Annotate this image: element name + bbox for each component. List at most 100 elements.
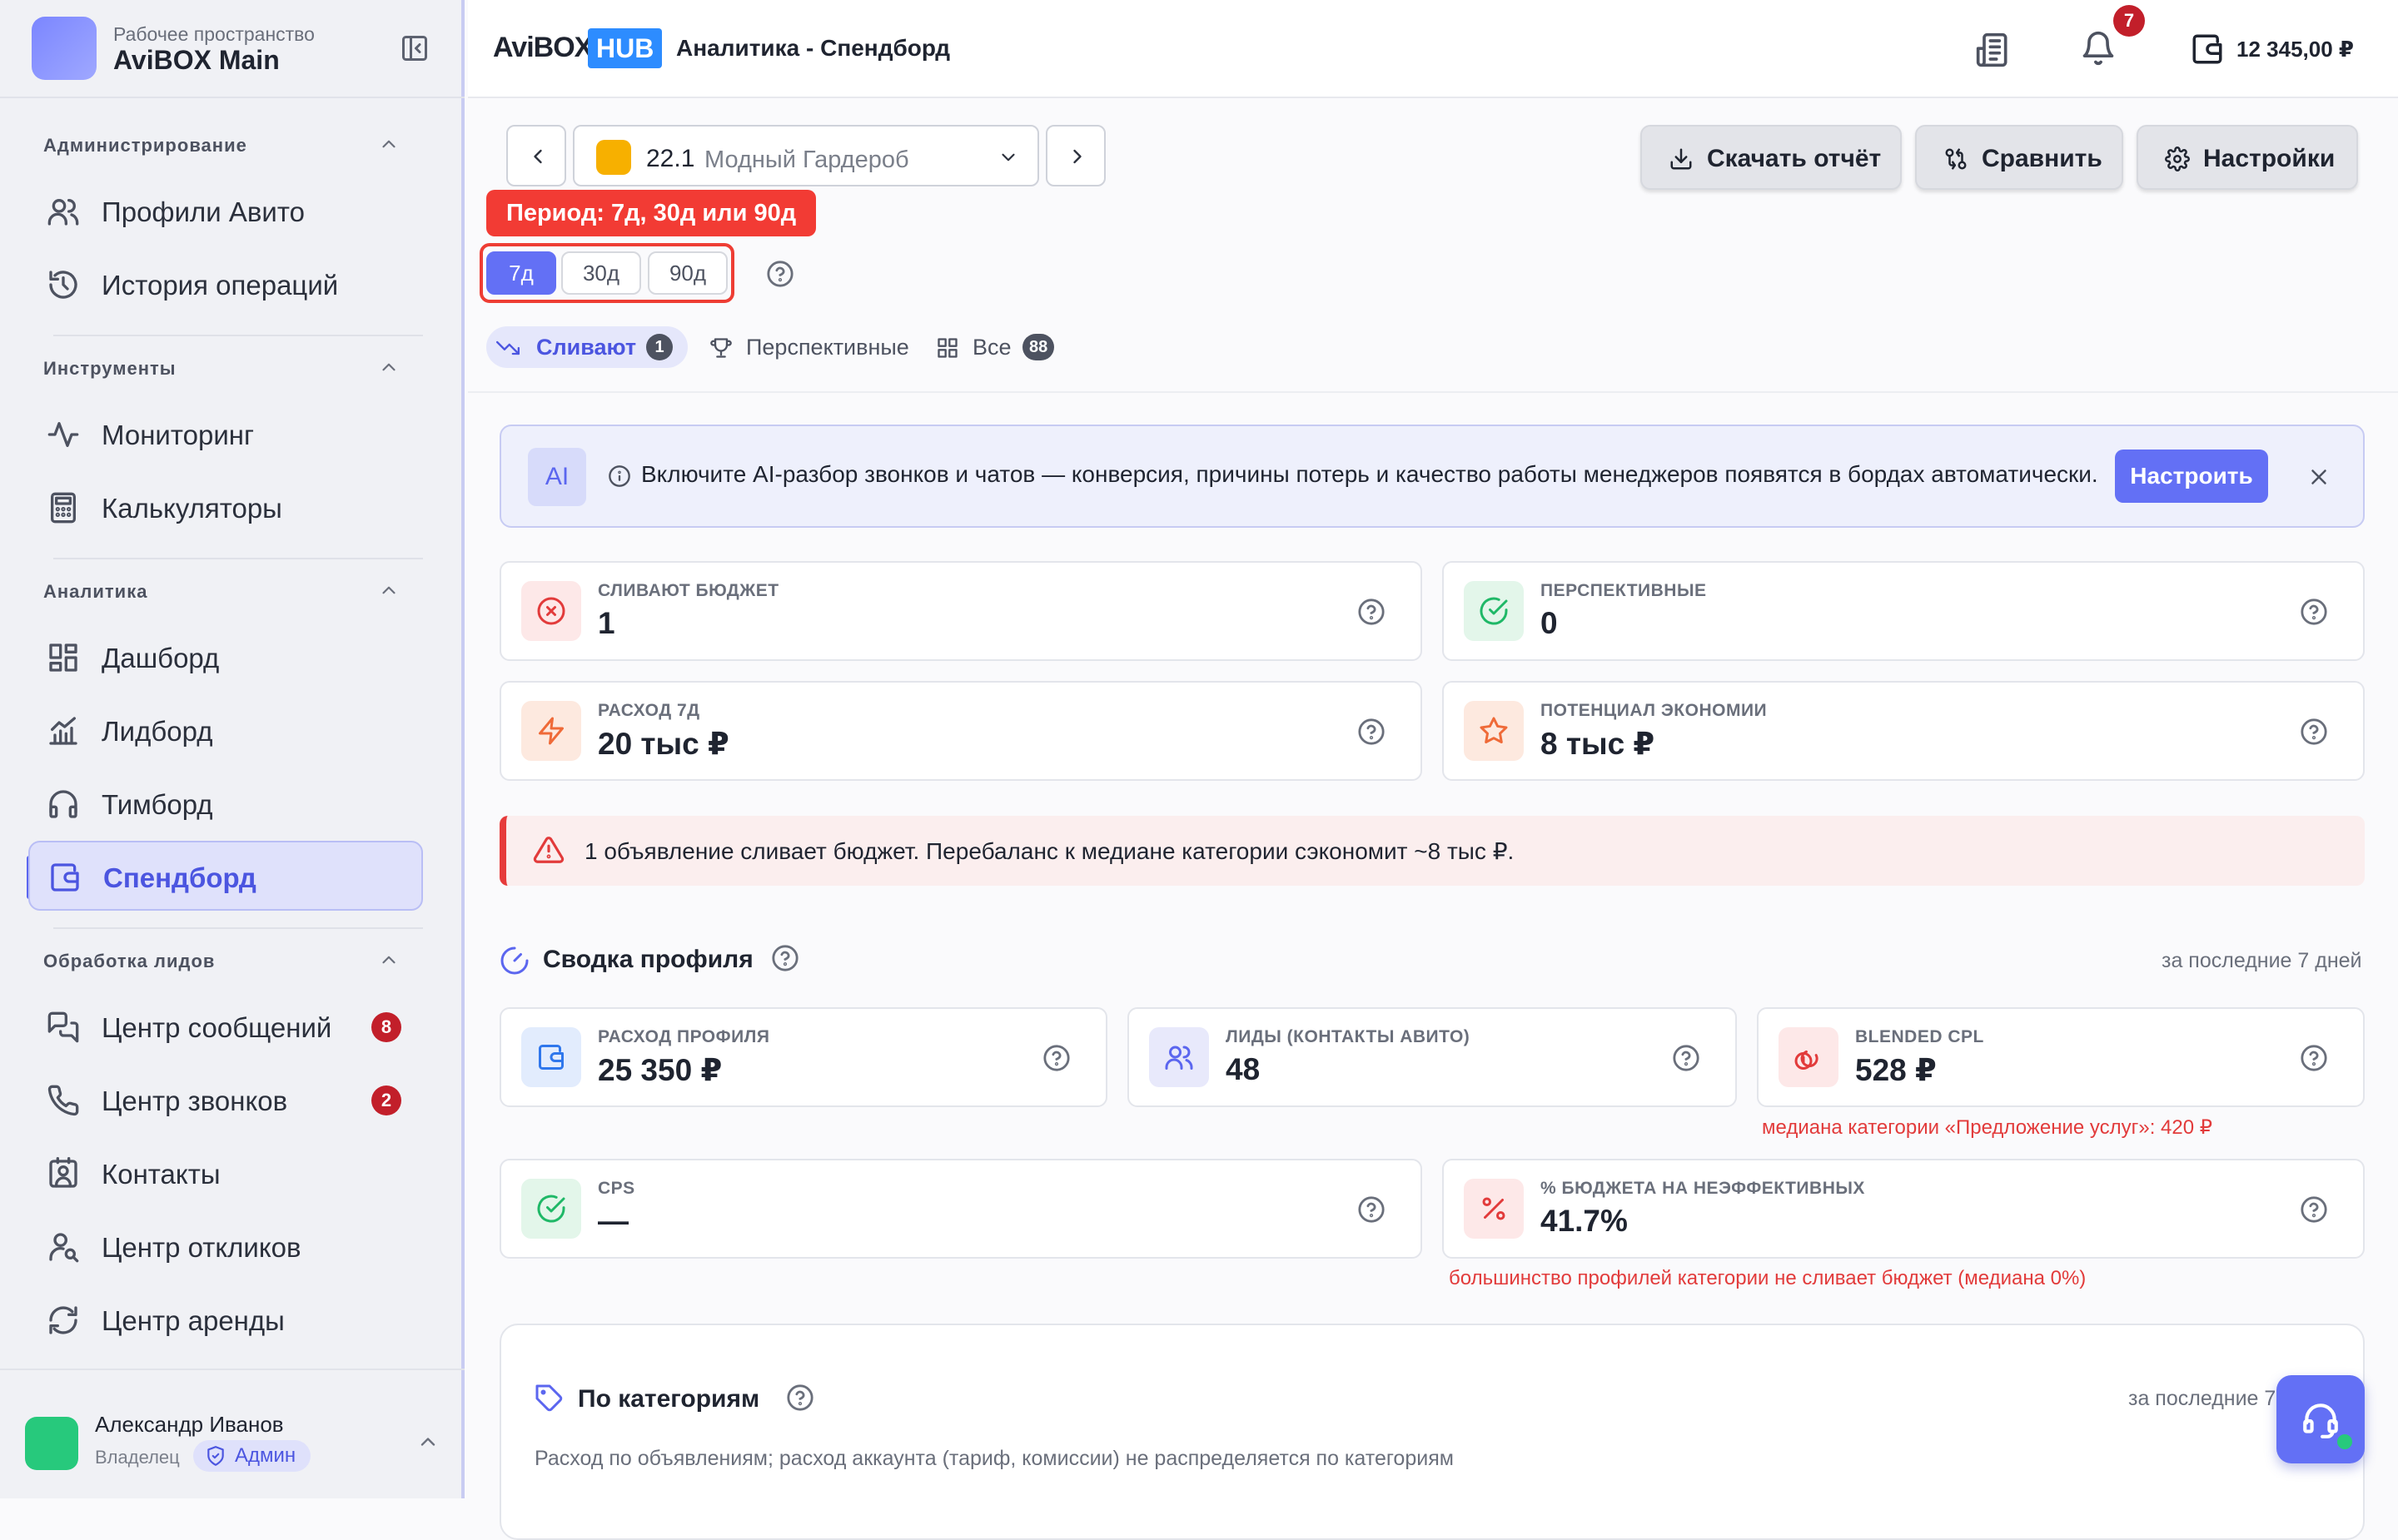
help-icon[interactable] [2300, 598, 2328, 626]
bell-icon[interactable] [2080, 30, 2117, 67]
help-icon[interactable] [2300, 1195, 2328, 1224]
help-icon[interactable] [1042, 1044, 1071, 1072]
sidebar-item-monitoring[interactable]: Мониторинг [28, 400, 423, 469]
headset-icon [2303, 1403, 2338, 1438]
sidebar-item-teamboard[interactable]: Тимборд [28, 769, 423, 839]
period-30d-button[interactable]: 30д [561, 251, 641, 295]
section-title-leads[interactable]: Обработка лидов [43, 951, 215, 972]
kpi-card-spend: РАСХОД 7Д 20 тыс ₽ [500, 681, 1422, 781]
configure-ai-button[interactable]: Настроить [2115, 450, 2268, 503]
sidebar-item-calculators[interactable]: Калькуляторы [28, 473, 423, 543]
sidebar-item-leadboard[interactable]: Лидборд [28, 696, 423, 766]
balance[interactable]: 12 345,00 ₽ [2236, 37, 2354, 62]
filter-count-badge: 88 [1022, 334, 1055, 360]
help-icon[interactable] [2300, 718, 2328, 746]
workspace-name: AviBOX Main [113, 45, 280, 75]
help-icon[interactable] [1672, 1044, 1700, 1072]
compare-icon [1945, 148, 1967, 170]
filter-tab-promising[interactable]: Перспективные [708, 326, 909, 368]
wallet-icon[interactable] [2190, 32, 2225, 67]
sidebar-item-messages[interactable]: Центр сообщений 8 [28, 992, 423, 1062]
help-icon[interactable] [771, 944, 799, 972]
tag-icon [535, 1384, 565, 1413]
sidebar-item-label: Центр звонков [102, 1085, 288, 1116]
help-icon[interactable] [786, 1384, 814, 1412]
summary-card-cpl: BLENDED CPL 528 ₽ [1757, 1007, 2365, 1107]
filter-tab-label: Сливают [536, 335, 637, 360]
settings-button[interactable]: Настройки [2137, 125, 2358, 190]
sidebar-item-dashboard[interactable]: Дашборд [28, 623, 423, 693]
period-7d-button[interactable]: 7д [486, 251, 556, 295]
kpi-label: BLENDED CPL [1855, 1027, 1984, 1046]
help-icon[interactable] [2300, 1044, 2328, 1072]
section-title-analytics[interactable]: Аналитика [43, 581, 147, 603]
cpl-median-note: медиана категории «Предложение услуг»: 4… [1762, 1116, 2213, 1139]
messages-icon [47, 1011, 80, 1044]
close-icon[interactable] [2306, 464, 2331, 489]
sidebar-item-rental[interactable]: Центр аренды [28, 1285, 423, 1355]
sidebar: Рабочее пространство AviBOX Main Админис… [0, 0, 465, 1498]
sidebar-item-spendboard[interactable]: Спендборд [28, 841, 423, 911]
chevron-up-icon[interactable] [378, 579, 400, 601]
section-title-admin[interactable]: Администрирование [43, 135, 247, 156]
chevron-left-icon [534, 149, 542, 164]
gauge-icon [500, 946, 530, 976]
support-chat-button[interactable] [2276, 1375, 2365, 1463]
user-name: Александр Иванов [95, 1412, 284, 1437]
summary-card-cps: CPS — [500, 1159, 1422, 1259]
chevron-up-icon[interactable] [416, 1430, 440, 1453]
users-icon [1149, 1027, 1209, 1087]
next-profile-button[interactable] [1046, 125, 1106, 186]
info-icon [608, 464, 631, 488]
prev-profile-button[interactable] [506, 125, 566, 186]
sidebar-collapse-icon[interactable] [400, 33, 430, 63]
logo-text[interactable]: AviBOX [493, 32, 593, 64]
sidebar-item-history[interactable]: История операций [28, 250, 423, 320]
button-label: Настройки [2203, 145, 2336, 172]
percent-icon [1464, 1179, 1524, 1239]
inefficient-median-note: большинство профилей категории не сливае… [1449, 1267, 2087, 1289]
news-icon[interactable] [1975, 32, 2012, 68]
sidebar-item-label: Тимборд [102, 789, 213, 820]
budget-alert: 1 объявление сливает бюджет. Перебаланс … [500, 816, 2365, 886]
user-panel[interactable]: Александр Иванов Владелец Админ [0, 1369, 465, 1498]
help-icon[interactable] [1357, 718, 1386, 746]
kpi-value: 8 тыс ₽ [1540, 727, 1655, 761]
x-circle-icon [521, 581, 581, 641]
sidebar-item-label: Калькуляторы [102, 493, 282, 524]
help-icon[interactable] [1357, 598, 1386, 626]
logo-hub[interactable]: HUB [588, 28, 663, 68]
chevron-up-icon[interactable] [378, 949, 400, 971]
chevron-down-icon [998, 147, 1019, 168]
top-header: AviBOX HUB Аналитика - Спендборд 7 12 34… [468, 0, 2398, 98]
chevron-up-icon[interactable] [378, 356, 400, 378]
chevron-up-icon[interactable] [378, 133, 400, 155]
period-90d-button[interactable]: 90д [648, 251, 728, 295]
sidebar-item-calls[interactable]: Центр звонков 2 [28, 1066, 423, 1135]
help-icon[interactable] [1357, 1195, 1386, 1224]
ai-banner: AI Включите AI-разбор звонков и чатов — … [500, 425, 2365, 528]
wallet-icon [521, 1027, 581, 1087]
profile-name: Модный Гардероб [704, 147, 909, 173]
unread-badge: 2 [371, 1085, 401, 1115]
sidebar-item-label: История операций [102, 270, 339, 301]
profile-select[interactable]: 22.1 Модный Гардероб [573, 125, 1039, 186]
sidebar-item-label: Центр сообщений [102, 1012, 332, 1043]
help-icon[interactable] [766, 260, 794, 288]
sidebar-item-contacts[interactable]: Контакты [28, 1139, 423, 1209]
section-title-categories: По категориям [578, 1385, 760, 1413]
dashboard-icon [47, 641, 80, 674]
warning-icon [533, 837, 565, 863]
filter-tab-draining[interactable]: Сливают 1 [486, 326, 688, 368]
ai-banner-text: Включите AI-разбор звонков и чатов — кон… [641, 461, 2098, 487]
section-title-tools[interactable]: Инструменты [43, 358, 177, 380]
sidebar-item-responses[interactable]: Центр откликов [28, 1212, 423, 1282]
compare-button[interactable]: Сравнить [1915, 125, 2123, 190]
role-badge-label: Админ [235, 1444, 296, 1467]
sidebar-item-avito-profiles[interactable]: Профили Авито [28, 176, 423, 246]
download-report-button[interactable]: Скачать отчёт [1640, 125, 1902, 190]
filter-tab-all[interactable]: Все 88 [934, 326, 1059, 368]
unread-badge: 8 [371, 1012, 401, 1042]
workspace-switcher[interactable]: Рабочее пространство AviBOX Main [32, 17, 433, 80]
refresh-icon [47, 1304, 80, 1337]
